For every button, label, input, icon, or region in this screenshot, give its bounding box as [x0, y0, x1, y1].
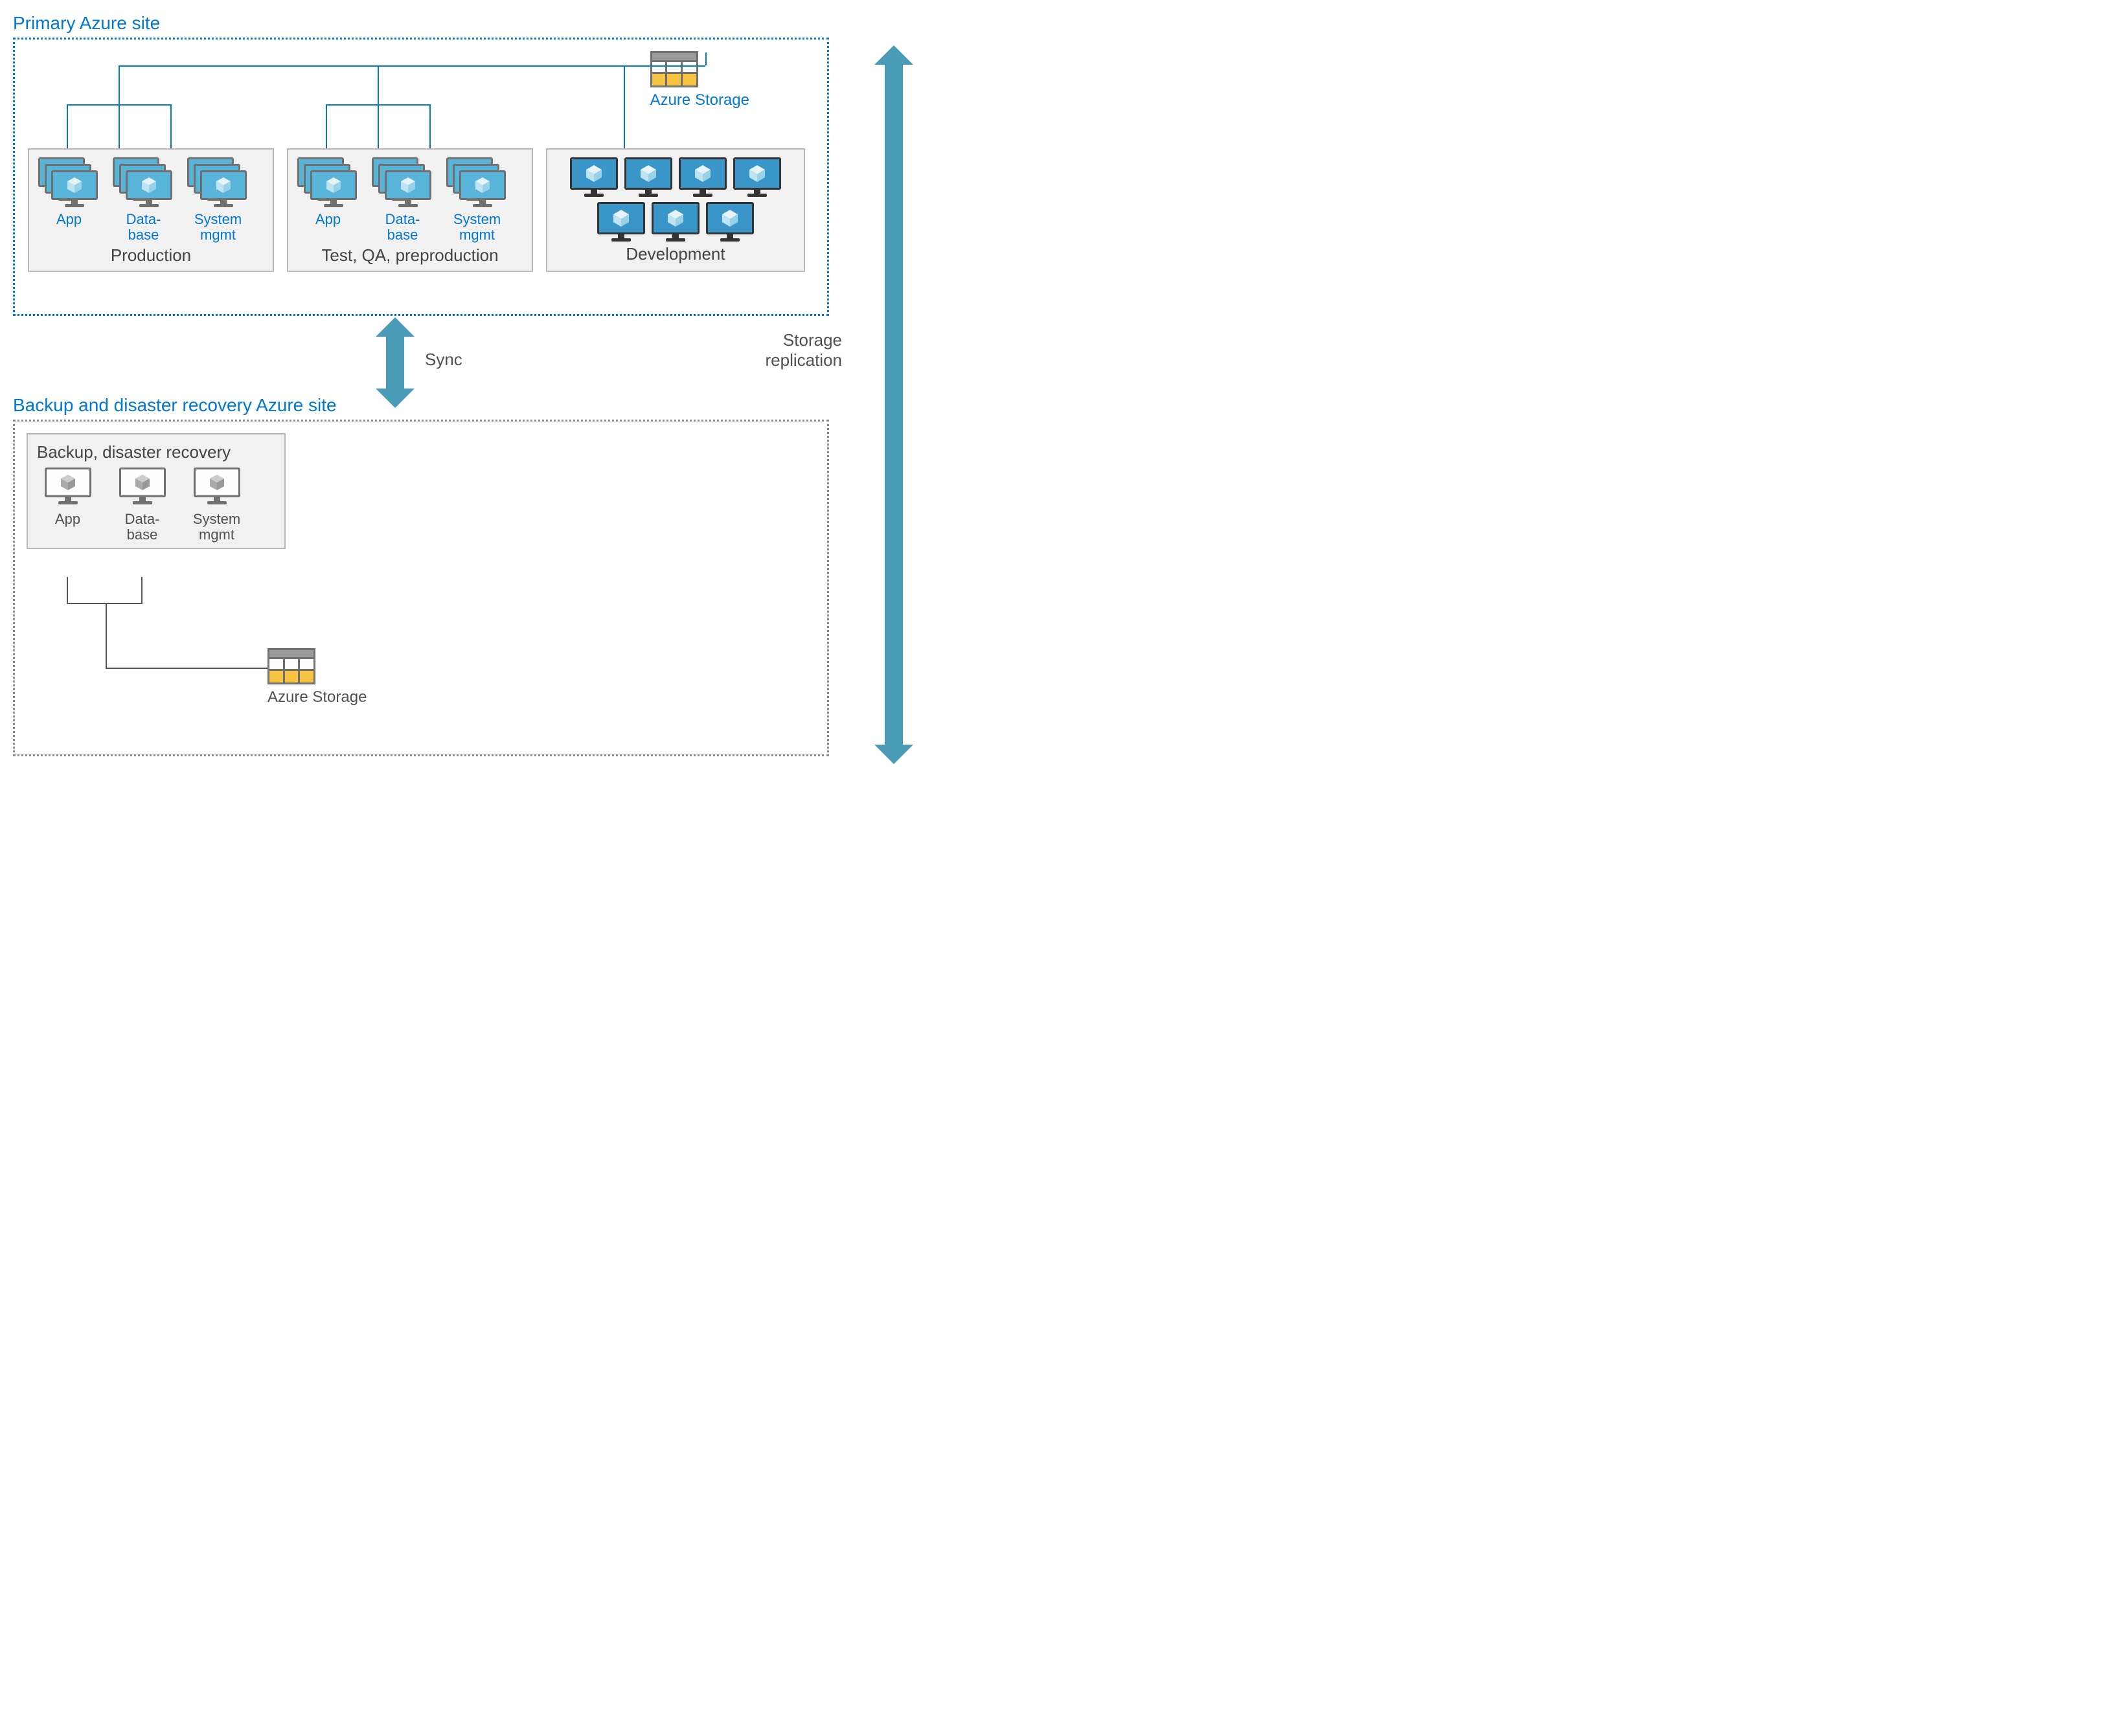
prod-db-label: Data- base	[113, 212, 174, 243]
connector	[378, 104, 379, 148]
vm-stack-icon	[113, 157, 171, 209]
connector	[67, 104, 68, 148]
backup-app-label: App	[37, 512, 98, 527]
test-group: App Data- base	[287, 148, 533, 272]
primary-site-box: Azure Storage	[13, 38, 829, 316]
test-db-label: Data- base	[372, 212, 433, 243]
vm-icon	[733, 157, 781, 197]
vm-icon	[679, 157, 727, 197]
diagram-canvas: Primary Azure site Azure Storage	[13, 13, 959, 790]
vm-icon	[597, 202, 645, 242]
dev-title: Development	[556, 242, 795, 264]
storage-replication-arrow-icon	[874, 45, 913, 764]
connector	[378, 65, 379, 104]
prod-app-label: App	[38, 212, 100, 227]
vm-icon	[624, 157, 672, 197]
sync-arrow-icon	[376, 317, 415, 408]
test-sys-label: System mgmt	[446, 212, 508, 243]
backup-site-title: Backup and disaster recovery Azure site	[13, 395, 829, 416]
backup-sys-label: System mgmt	[186, 512, 247, 543]
test-app-label: App	[297, 212, 359, 227]
connector	[106, 668, 267, 669]
storage-replication-label: Storage replication	[765, 330, 842, 370]
connector	[326, 104, 327, 148]
vm-stack-icon	[187, 157, 245, 209]
production-title: Production	[38, 243, 264, 265]
connector	[624, 65, 625, 148]
connector	[119, 65, 120, 104]
vm-icon	[652, 202, 700, 242]
test-title: Test, QA, preproduction	[297, 243, 523, 265]
connector	[119, 104, 120, 148]
primary-storage: Azure Storage	[650, 51, 749, 109]
backup-group: Backup, disaster recovery App Data- base	[27, 433, 286, 549]
vm-icon	[194, 468, 240, 509]
vm-stack-icon	[446, 157, 505, 209]
vm-icon	[706, 202, 754, 242]
storage-icon	[267, 648, 315, 684]
connector	[170, 104, 172, 148]
vm-stack-icon	[297, 157, 356, 209]
dev-group: Development	[546, 148, 805, 272]
connector	[67, 577, 68, 603]
backup-site-box: Backup, disaster recovery App Data- base	[13, 420, 829, 756]
primary-site-title: Primary Azure site	[13, 13, 959, 34]
prod-sys-label: System mgmt	[187, 212, 249, 243]
production-group: App Data- base	[28, 148, 274, 272]
vm-icon	[45, 468, 91, 509]
vm-stack-icon	[372, 157, 430, 209]
backup-storage: Azure Storage	[267, 648, 367, 706]
primary-storage-label: Azure Storage	[650, 91, 749, 109]
vm-icon	[570, 157, 618, 197]
storage-icon	[650, 51, 698, 87]
vm-stack-icon	[38, 157, 97, 209]
connector	[429, 104, 431, 148]
connector	[705, 52, 707, 65]
connector	[67, 603, 142, 604]
backup-db-label: Data- base	[111, 512, 173, 543]
connector	[141, 577, 142, 603]
connector	[106, 603, 107, 668]
backup-storage-label: Azure Storage	[267, 688, 367, 706]
vm-icon	[119, 468, 166, 509]
sync-label: Sync	[425, 350, 462, 370]
connector	[119, 65, 705, 67]
backup-group-title: Backup, disaster recovery	[37, 442, 275, 468]
